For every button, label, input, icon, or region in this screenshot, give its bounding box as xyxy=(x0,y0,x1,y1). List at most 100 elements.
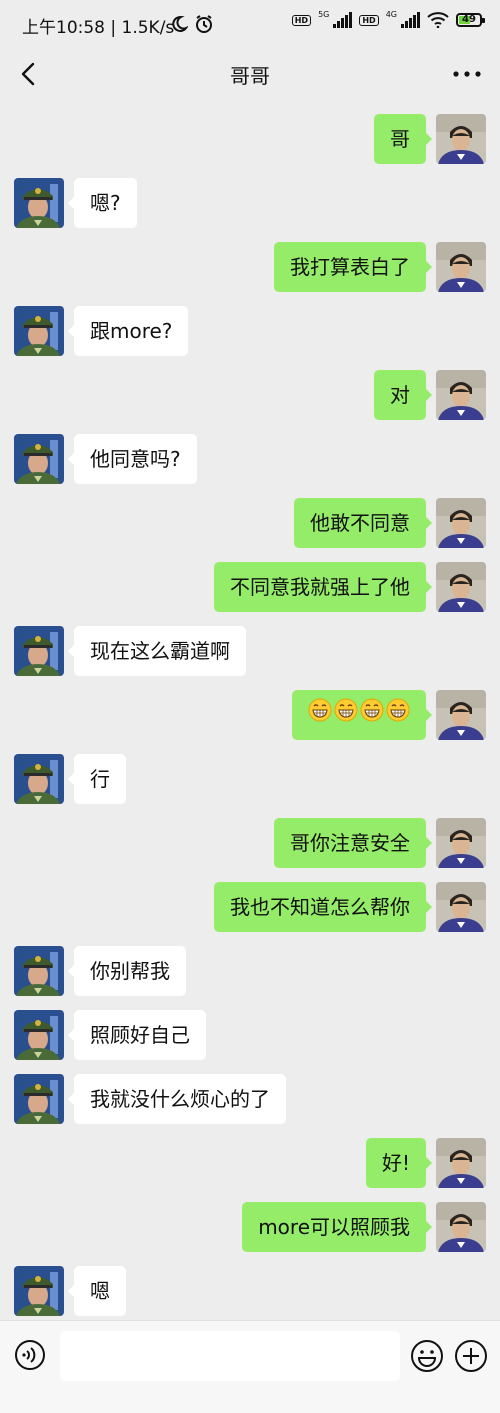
chat-title: 哥哥 xyxy=(230,64,270,88)
grin-emoji xyxy=(386,690,410,740)
battery-percent: 49 xyxy=(462,14,476,25)
grin-emoji xyxy=(360,690,384,740)
status-bar: 上午10:58 | 1.5K/s HD 5G HD 4G 49 xyxy=(0,0,500,48)
message-bubble[interactable] xyxy=(292,690,432,740)
message-text: more可以照顾我 xyxy=(258,1215,410,1239)
my-avatar[interactable] xyxy=(436,818,486,868)
hd-badge: HD xyxy=(359,14,379,26)
message-bubble[interactable]: 嗯? xyxy=(68,178,137,228)
my-avatar[interactable] xyxy=(436,690,486,740)
message-bubble[interactable]: more可以照顾我 xyxy=(242,1202,432,1252)
my-avatar[interactable] xyxy=(436,370,486,420)
message-bubble[interactable]: 他敢不同意 xyxy=(294,498,432,548)
my-avatar[interactable] xyxy=(436,242,486,292)
grin-emoji xyxy=(308,690,332,740)
message-bubble[interactable]: 哥 xyxy=(374,114,432,164)
plus-button[interactable] xyxy=(454,1339,488,1373)
more-icon xyxy=(453,71,481,77)
my-avatar[interactable] xyxy=(436,498,486,548)
sent-message: 我打算表白了 xyxy=(0,242,500,294)
alarm-icon xyxy=(196,15,212,33)
battery-icon: 49 xyxy=(456,13,485,27)
received-message: 照顾好自己 xyxy=(0,1010,500,1062)
sent-message: 哥你注意安全 xyxy=(0,818,500,870)
nav-bar: 哥哥 xyxy=(0,48,500,100)
contact-avatar[interactable] xyxy=(14,1074,64,1124)
message-bubble[interactable]: 不同意我就强上了他 xyxy=(214,562,432,612)
sent-message: 我也不知道怎么帮你 xyxy=(0,882,500,934)
message-bubble[interactable]: 我打算表白了 xyxy=(274,242,432,292)
contact-avatar[interactable] xyxy=(14,946,64,996)
message-bubble[interactable]: 好! xyxy=(365,1138,433,1188)
voice-icon xyxy=(15,1340,45,1370)
contact-avatar[interactable] xyxy=(14,1266,64,1316)
signal-icon xyxy=(401,12,420,28)
message-text: 嗯 xyxy=(90,1279,110,1303)
message-text: 行 xyxy=(90,767,110,791)
moon-icon xyxy=(172,15,188,32)
message-text: 照顾好自己 xyxy=(90,1023,190,1047)
emoji-icon xyxy=(411,1340,443,1372)
message-text: 不同意我就强上了他 xyxy=(230,575,410,599)
emoji-button[interactable] xyxy=(410,1339,444,1373)
message-text: 我也不知道怎么帮你 xyxy=(230,895,410,919)
contact-avatar[interactable] xyxy=(14,178,64,228)
message-text: 现在这么霸道啊 xyxy=(90,639,230,663)
message-text: 跟more? xyxy=(90,319,173,343)
message-text: 哥你注意安全 xyxy=(290,831,410,855)
received-message: 他同意吗? xyxy=(0,434,500,486)
wifi-icon xyxy=(427,12,449,28)
signal-icon xyxy=(333,12,353,28)
sent-message: 好! xyxy=(0,1138,500,1190)
received-message: 嗯? xyxy=(0,178,500,230)
contact-avatar[interactable] xyxy=(14,306,64,356)
received-message: 现在这么霸道啊 xyxy=(0,626,500,678)
more-button[interactable] xyxy=(450,61,484,87)
message-bubble[interactable]: 现在这么霸道啊 xyxy=(68,626,246,676)
message-bubble[interactable]: 他同意吗? xyxy=(68,434,197,484)
my-avatar[interactable] xyxy=(436,562,486,612)
message-bubble[interactable]: 嗯 xyxy=(68,1266,126,1316)
message-input[interactable] xyxy=(60,1331,400,1381)
emoji-row xyxy=(308,690,410,740)
hd-badge: HD xyxy=(291,14,312,26)
message-bubble[interactable]: 我也不知道怎么帮你 xyxy=(214,882,432,932)
message-text: 好! xyxy=(381,1151,410,1175)
status-time: 上午10:58 | 1.5K/s xyxy=(22,18,175,38)
message-text: 他同意吗? xyxy=(90,447,181,471)
network-type: 5G xyxy=(318,10,330,19)
message-list[interactable]: 哥嗯? 我打算表白了跟more? 对他同意吗? 他敢不同意不同意我就强上了他现在这么霸… xyxy=(0,100,500,1320)
sent-message: 他敢不同意 xyxy=(0,498,500,550)
message-bubble[interactable]: 哥你注意安全 xyxy=(274,818,432,868)
contact-avatar[interactable] xyxy=(14,626,64,676)
input-bar xyxy=(0,1320,500,1413)
my-avatar[interactable] xyxy=(436,114,486,164)
message-bubble[interactable]: 跟more? xyxy=(67,306,189,356)
voice-button[interactable] xyxy=(14,1339,46,1371)
message-bubble[interactable]: 你别帮我 xyxy=(68,946,186,996)
plus-icon xyxy=(455,1340,487,1372)
message-text: 他敢不同意 xyxy=(310,511,410,535)
my-avatar[interactable] xyxy=(436,1202,486,1252)
message-text: 你别帮我 xyxy=(90,959,170,983)
message-bubble[interactable]: 我就没什么烦心的了 xyxy=(68,1074,286,1124)
contact-avatar[interactable] xyxy=(14,754,64,804)
message-text: 嗯? xyxy=(90,191,121,215)
contact-avatar[interactable] xyxy=(14,1010,64,1060)
received-message: 行 xyxy=(0,754,500,806)
status-indicators: HD 5G HD 4G 49 xyxy=(291,10,485,28)
my-avatar[interactable] xyxy=(436,882,486,932)
sent-message: 对 xyxy=(0,370,500,422)
message-bubble[interactable]: 行 xyxy=(68,754,126,804)
message-bubble[interactable]: 对 xyxy=(374,370,432,420)
message-text: 对 xyxy=(390,383,410,407)
grin-emoji xyxy=(334,690,358,740)
message-bubble[interactable]: 照顾好自己 xyxy=(68,1010,206,1060)
sent-message: 哥 xyxy=(0,114,500,166)
my-avatar[interactable] xyxy=(436,1138,486,1188)
message-text: 我打算表白了 xyxy=(290,255,410,279)
message-text: 哥 xyxy=(390,127,410,151)
sent-message: more可以照顾我 xyxy=(0,1202,500,1254)
received-message: 嗯 xyxy=(0,1266,500,1318)
contact-avatar[interactable] xyxy=(14,434,64,484)
